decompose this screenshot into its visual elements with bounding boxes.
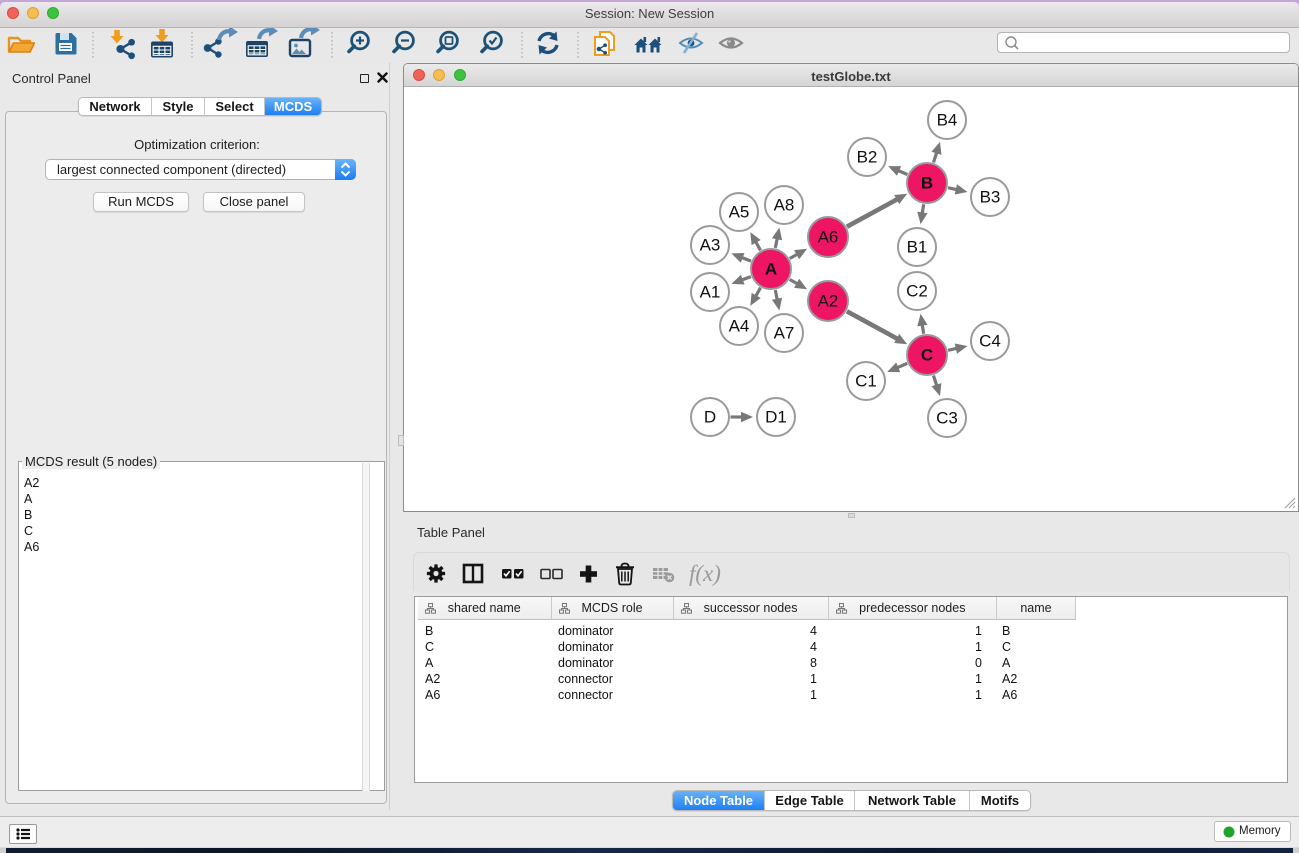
svg-text:A1: A1 xyxy=(700,283,721,302)
svg-text:B1: B1 xyxy=(907,238,928,257)
svg-text:C: C xyxy=(921,346,933,365)
svg-text:f(x): f(x) xyxy=(689,561,721,586)
svg-text:C3: C3 xyxy=(936,409,958,428)
svg-text:B3: B3 xyxy=(980,188,1001,207)
svg-text:A6: A6 xyxy=(818,228,839,247)
svg-text:C4: C4 xyxy=(979,332,1001,351)
svg-text:C1: C1 xyxy=(855,372,877,391)
svg-text:C2: C2 xyxy=(906,282,928,301)
svg-text:A4: A4 xyxy=(729,317,750,336)
svg-text:A2: A2 xyxy=(818,292,839,311)
svg-text:A3: A3 xyxy=(700,236,721,255)
svg-text:A8: A8 xyxy=(774,196,795,215)
svg-text:A7: A7 xyxy=(774,324,795,343)
svg-text:D1: D1 xyxy=(765,408,787,427)
svg-text:B2: B2 xyxy=(857,148,878,167)
svg-text:B4: B4 xyxy=(937,111,958,130)
svg-text:B: B xyxy=(921,174,933,193)
svg-text:D: D xyxy=(704,408,716,427)
svg-text:A: A xyxy=(765,260,777,279)
svg-text:A5: A5 xyxy=(729,203,750,222)
